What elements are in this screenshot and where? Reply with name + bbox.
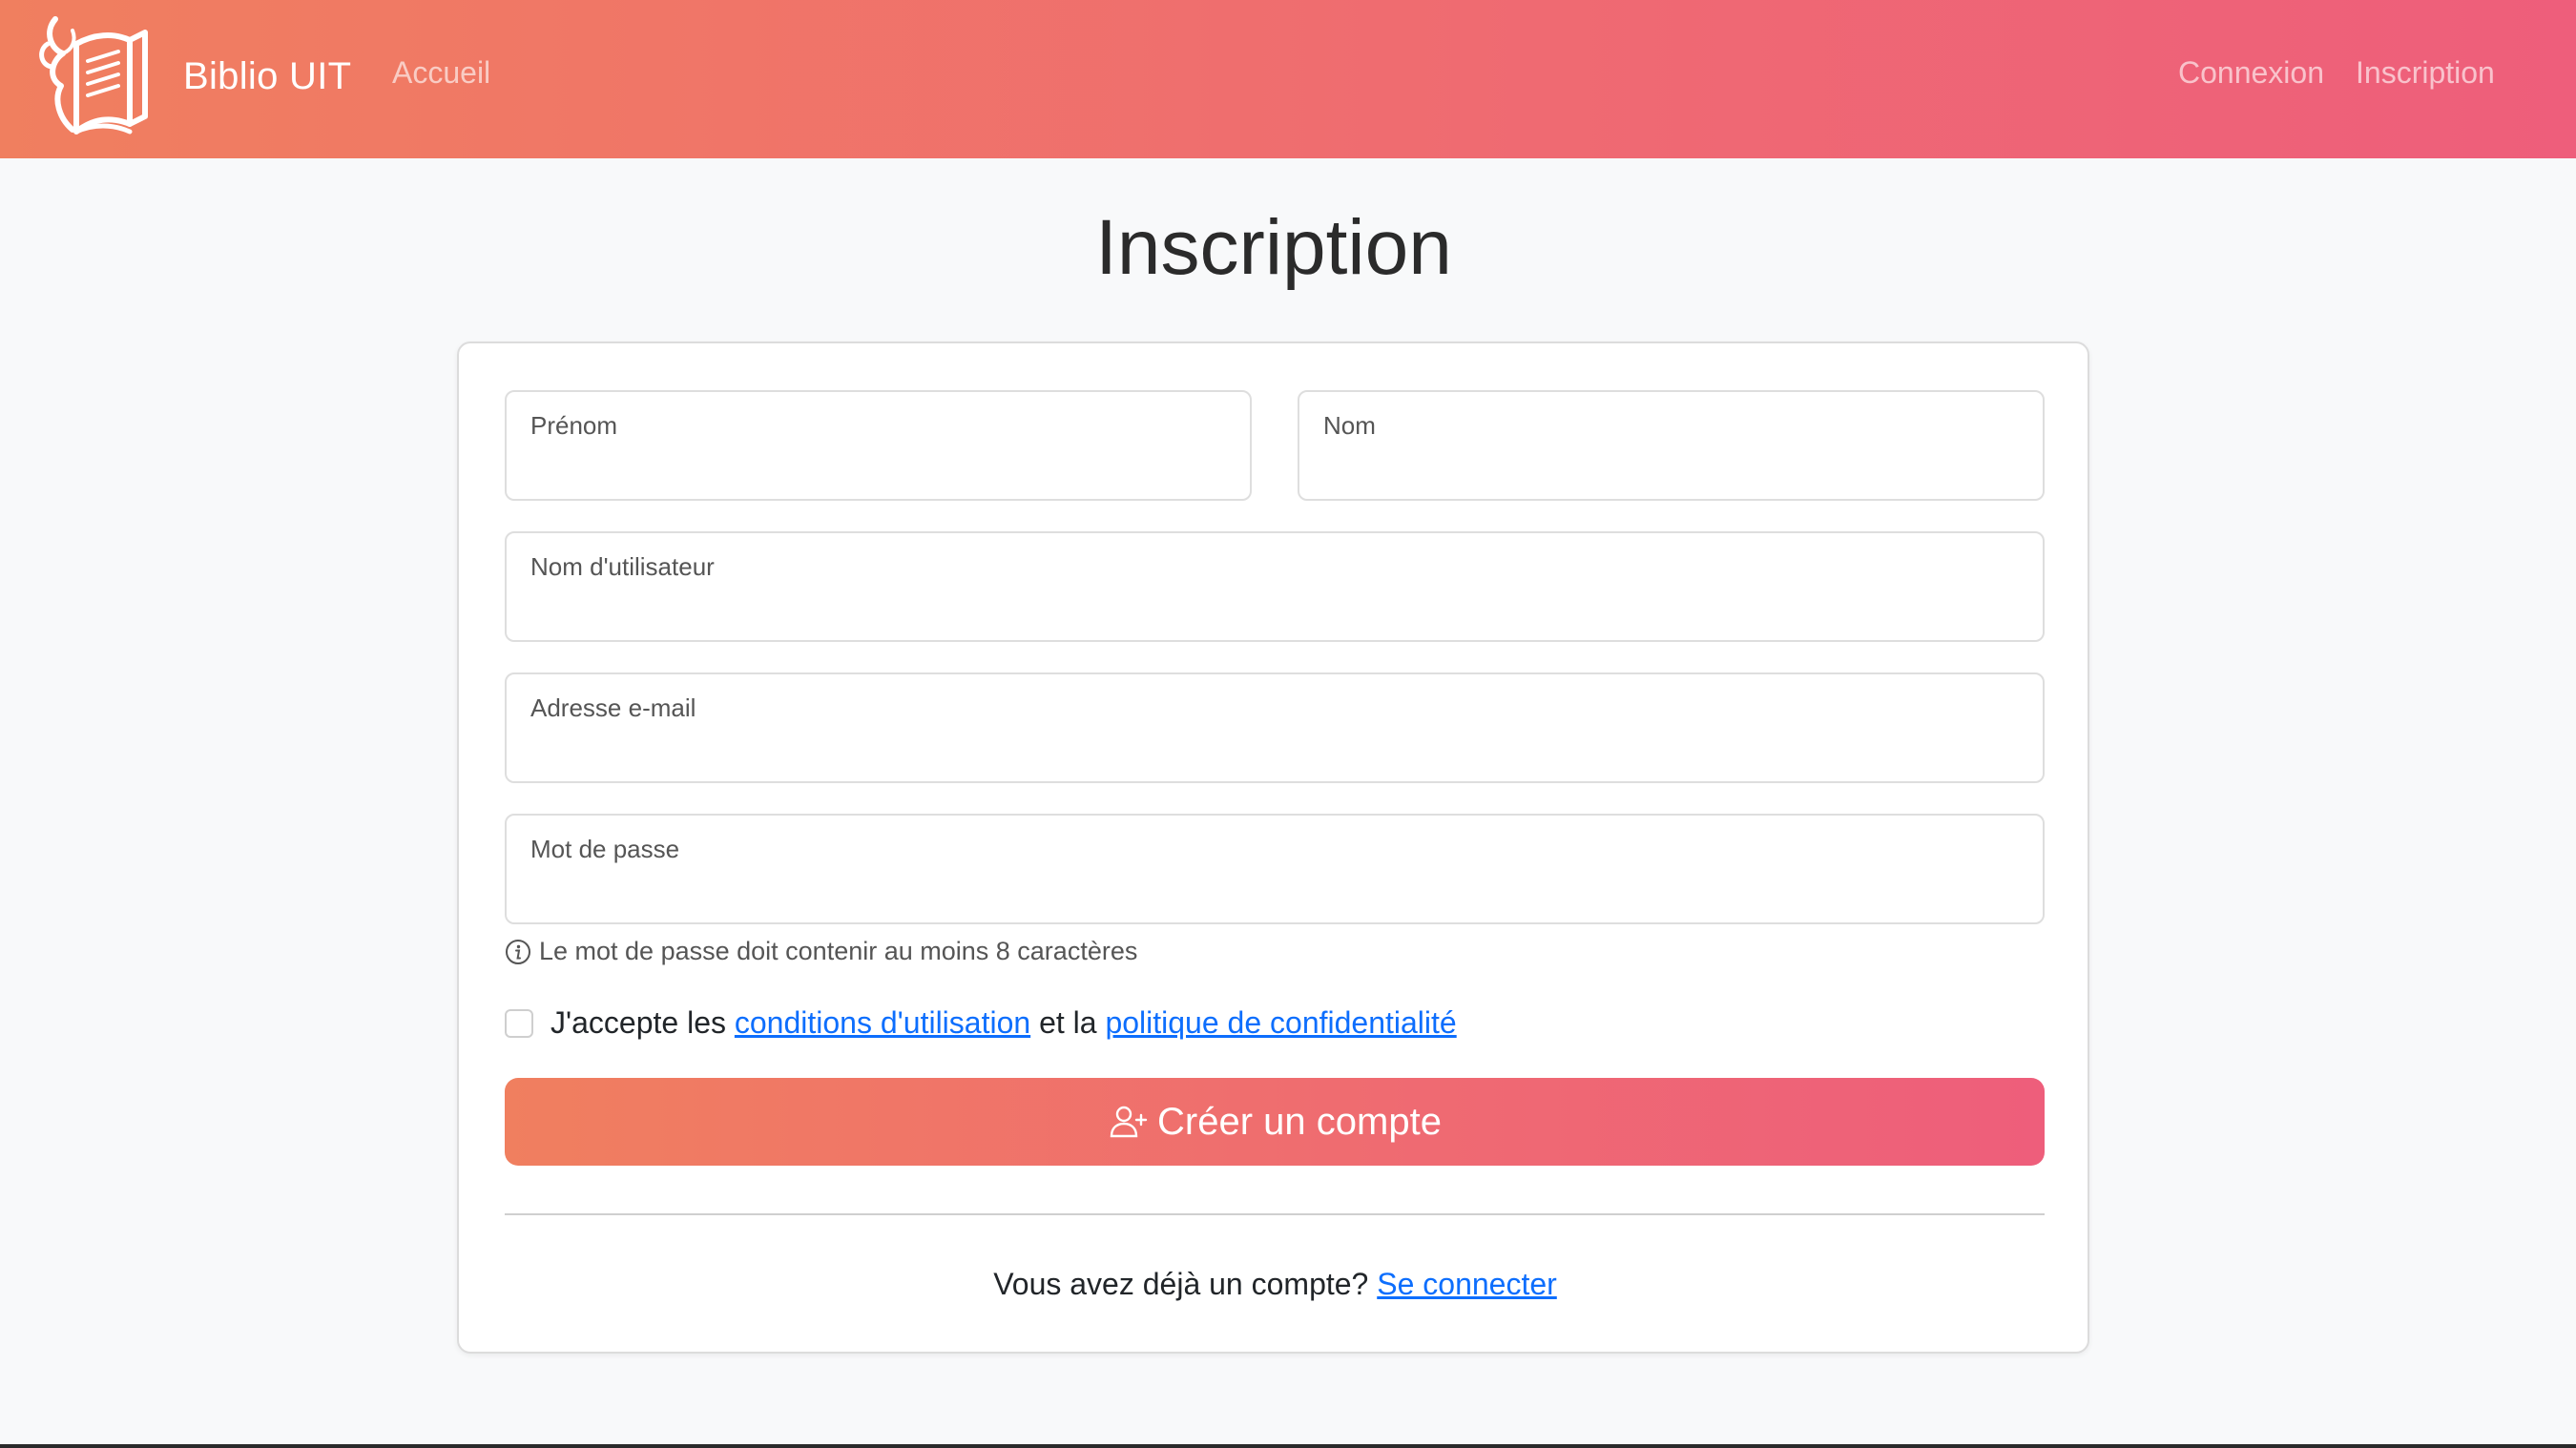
last-name-field[interactable]: Nom — [1298, 390, 2045, 501]
first-name-input[interactable] — [530, 447, 1226, 486]
create-account-button[interactable]: Créer un compte — [505, 1078, 2045, 1166]
username-input[interactable] — [530, 589, 2019, 627]
book-logo-icon — [39, 16, 148, 134]
terms-of-use-link[interactable]: conditions d'utilisation — [735, 1005, 1030, 1041]
nav-link-register[interactable]: Inscription — [2356, 53, 2495, 92]
user-plus-icon — [1110, 1106, 1148, 1138]
username-field[interactable]: Nom d'utilisateur — [505, 531, 2045, 642]
bottom-bar — [0, 1444, 2576, 1448]
register-card: Prénom Nom Nom d'utilisateur Adresse e-m… — [457, 341, 2089, 1354]
password-label: Mot de passe — [530, 835, 680, 863]
privacy-policy-link[interactable]: politique de confidentialité — [1105, 1005, 1456, 1041]
navbar: Biblio UIT Accueil Connexion Inscription — [0, 0, 2576, 158]
brand[interactable]: Biblio UIT — [34, 10, 351, 143]
email-field[interactable]: Adresse e-mail — [505, 672, 2045, 783]
login-link[interactable]: Se connecter — [1377, 1267, 1557, 1301]
terms-row: J'accepte les conditions d'utilisation e… — [505, 1005, 1457, 1041]
terms-middle: et la — [1039, 1005, 1097, 1040]
info-circle-icon — [506, 939, 530, 964]
terms-prefix: J'accepte les — [551, 1005, 726, 1040]
first-name-label: Prénom — [530, 411, 618, 440]
password-field[interactable]: Mot de passe — [505, 814, 2045, 924]
first-name-field[interactable]: Prénom — [505, 390, 1252, 501]
create-account-label: Créer un compte — [1157, 1100, 1442, 1143]
email-label: Adresse e-mail — [530, 693, 696, 722]
page-title: Inscription — [1095, 204, 1452, 291]
password-hint-text: Le mot de passe doit contenir au moins 8… — [539, 937, 1138, 965]
login-prompt: Vous avez déjà un compte? Se connecter — [459, 1267, 2091, 1302]
login-prompt-text: Vous avez déjà un compte? — [993, 1267, 1369, 1301]
last-name-input[interactable] — [1323, 447, 2019, 486]
email-input[interactable] — [530, 730, 2019, 768]
username-label: Nom d'utilisateur — [530, 552, 715, 581]
divider — [505, 1213, 2045, 1215]
password-hint: Le mot de passe doit contenir au moins 8… — [505, 937, 1137, 966]
password-input[interactable] — [530, 871, 2019, 909]
nav-link-home[interactable]: Accueil — [392, 53, 490, 92]
nav-link-login[interactable]: Connexion — [2178, 53, 2324, 92]
brand-name: Biblio UIT — [183, 54, 352, 97]
terms-checkbox[interactable] — [505, 1008, 533, 1038]
last-name-label: Nom — [1323, 411, 1376, 440]
